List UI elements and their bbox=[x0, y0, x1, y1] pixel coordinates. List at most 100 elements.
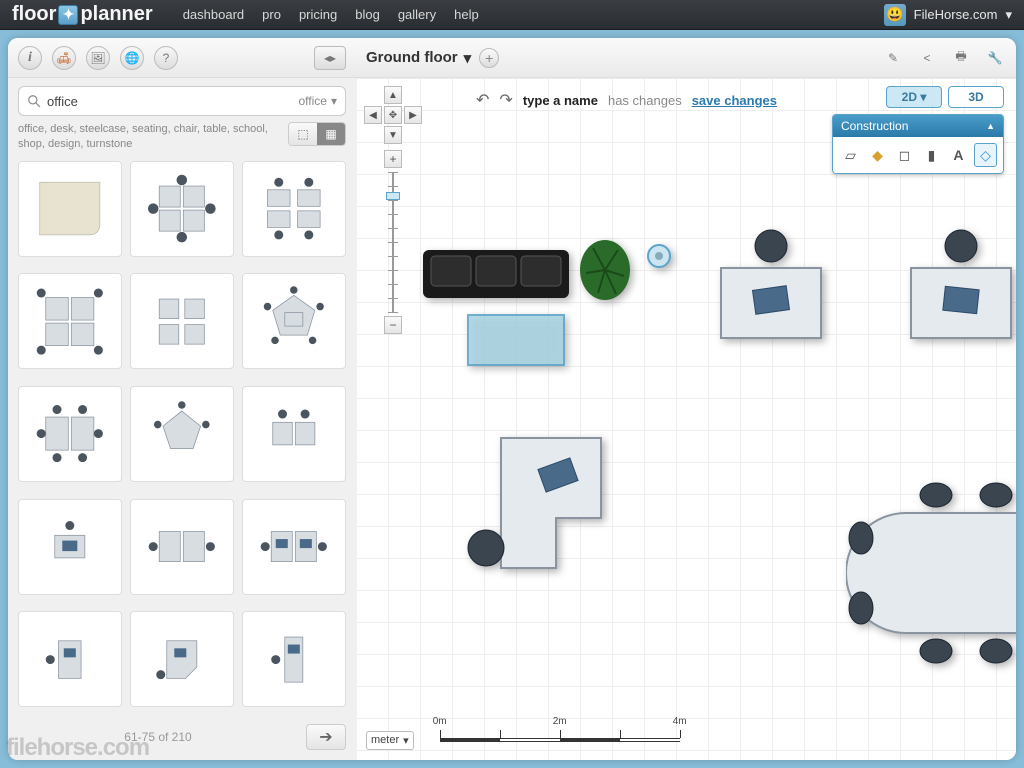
unit-selector[interactable]: meter ▾ bbox=[366, 731, 414, 750]
furniture-tile[interactable] bbox=[18, 499, 122, 595]
scale-0: 0m bbox=[433, 716, 447, 727]
top-nav: floor ✦ planner dashboard pro pricing bl… bbox=[0, 0, 1024, 30]
desk-object[interactable] bbox=[706, 228, 836, 348]
conference-table-object[interactable] bbox=[846, 473, 1016, 673]
nav-links: dashboard pro pricing blog gallery help bbox=[183, 7, 479, 22]
logo-text-1: floor bbox=[12, 3, 56, 26]
floor-selector[interactable]: Ground floor ▾ bbox=[366, 49, 471, 67]
scale-bar: meter ▾ 0m 2m 4m bbox=[366, 730, 680, 750]
info-icon[interactable]: i bbox=[18, 46, 42, 70]
furniture-tile[interactable] bbox=[18, 611, 122, 707]
furniture-tile[interactable] bbox=[130, 161, 234, 257]
avatar-icon: 😃 bbox=[884, 4, 906, 26]
view-3d-icon[interactable]: ⬚ bbox=[289, 123, 317, 145]
wall-tool-icon[interactable]: ◻ bbox=[893, 143, 916, 167]
tag-list: office, desk, steelcase, seating, chair,… bbox=[18, 122, 282, 153]
door-tool-icon[interactable]: ▮ bbox=[920, 143, 943, 167]
collapse-icon[interactable]: ◂▸ bbox=[314, 46, 346, 70]
page-count: 61-75 of 210 bbox=[18, 730, 298, 744]
next-page-button[interactable]: ➔ bbox=[306, 724, 346, 750]
zoom-handle[interactable] bbox=[386, 192, 400, 200]
desk-l-object[interactable] bbox=[461, 428, 611, 578]
pan-right-button[interactable]: ▶ bbox=[404, 106, 422, 124]
search-input[interactable] bbox=[47, 94, 299, 109]
logo[interactable]: floor ✦ planner bbox=[12, 3, 153, 26]
logo-text-2: planner bbox=[80, 3, 152, 26]
furniture-icon[interactable]: 🛋 bbox=[52, 46, 76, 70]
print-icon[interactable]: 🖶 bbox=[950, 47, 972, 69]
zoom-track[interactable] bbox=[392, 172, 394, 312]
furniture-tile[interactable] bbox=[242, 273, 346, 369]
nav-blog[interactable]: blog bbox=[355, 7, 380, 22]
pan-left-button[interactable]: ◀ bbox=[364, 106, 382, 124]
surface-tool-icon[interactable]: ◇ bbox=[974, 143, 997, 167]
room-tool-icon[interactable]: ▱ bbox=[839, 143, 862, 167]
pan-down-button[interactable]: ▼ bbox=[384, 126, 402, 144]
user-menu[interactable]: 😃 FileHorse.com ▾ bbox=[884, 4, 1012, 26]
scale-4: 4m bbox=[673, 716, 687, 727]
desk-object[interactable] bbox=[896, 228, 1016, 348]
furniture-tile[interactable] bbox=[18, 386, 122, 482]
furniture-tile[interactable] bbox=[242, 386, 346, 482]
construction-title: Construction bbox=[841, 119, 908, 133]
text-tool-icon[interactable]: A bbox=[947, 143, 970, 167]
floor-name: Ground floor bbox=[366, 49, 458, 66]
sidebar-toolbar: i 🛋 🖼 🌐 ? ◂▸ bbox=[8, 38, 356, 78]
add-floor-button[interactable]: + bbox=[479, 48, 499, 68]
export-icon[interactable]: ✎ bbox=[882, 47, 904, 69]
furniture-grid bbox=[8, 161, 356, 716]
zoom-in-button[interactable]: + bbox=[384, 150, 402, 168]
trashcan-object[interactable] bbox=[646, 243, 672, 269]
category-select[interactable]: office ▾ bbox=[299, 94, 338, 108]
furniture-tile[interactable] bbox=[242, 611, 346, 707]
furniture-tile[interactable] bbox=[242, 499, 346, 595]
zoom-slider: + − bbox=[383, 150, 403, 334]
settings-icon[interactable]: 🔧 bbox=[984, 47, 1006, 69]
save-link[interactable]: save changes bbox=[692, 93, 777, 108]
help-icon[interactable]: ? bbox=[154, 46, 178, 70]
furniture-tile[interactable] bbox=[130, 611, 234, 707]
status-text: has changes bbox=[608, 93, 682, 108]
furniture-tile[interactable] bbox=[242, 161, 346, 257]
view-toggle: 2D ▾ 3D bbox=[886, 86, 1004, 108]
furniture-tile[interactable] bbox=[130, 386, 234, 482]
nav-pro[interactable]: pro bbox=[262, 7, 281, 22]
view-3d-button[interactable]: 3D bbox=[948, 86, 1004, 108]
globe-icon[interactable]: 🌐 bbox=[120, 46, 144, 70]
view-2d-button[interactable]: 2D ▾ bbox=[886, 86, 942, 108]
glass-table-object[interactable] bbox=[466, 313, 566, 368]
share-icon[interactable]: < bbox=[916, 47, 938, 69]
construction-panel: Construction ▲ ▱ ◆ ◻ ▮ A ◇ bbox=[832, 114, 1004, 174]
furniture-tile[interactable] bbox=[130, 499, 234, 595]
nav-dashboard[interactable]: dashboard bbox=[183, 7, 244, 22]
collapse-icon: ▲ bbox=[986, 121, 995, 131]
nav-pricing[interactable]: pricing bbox=[299, 7, 337, 22]
chevron-down-icon: ▾ bbox=[1005, 7, 1012, 23]
zoom-out-button[interactable]: − bbox=[384, 316, 402, 334]
nav-gallery[interactable]: gallery bbox=[398, 7, 436, 22]
floorplan-canvas[interactable]: ↶ ↷ type a name has changes save changes… bbox=[356, 78, 1016, 760]
nav-help[interactable]: help bbox=[454, 7, 479, 22]
view-grid-icon[interactable]: ▦ bbox=[317, 123, 345, 145]
scale-ruler: 0m 2m 4m bbox=[420, 730, 680, 750]
pan-up-button[interactable]: ▲ bbox=[384, 86, 402, 104]
sofa-object[interactable] bbox=[421, 248, 571, 303]
construction-panel-header[interactable]: Construction ▲ bbox=[833, 115, 1003, 137]
furniture-tile[interactable] bbox=[130, 273, 234, 369]
design-name-input[interactable]: type a name bbox=[523, 93, 598, 108]
chevron-down-icon: ▾ bbox=[464, 49, 472, 67]
plant-object[interactable] bbox=[578, 238, 633, 303]
search-icon bbox=[27, 94, 41, 108]
furniture-tile[interactable] bbox=[18, 161, 122, 257]
main-frame: i 🛋 🖼 🌐 ? ◂▸ office ▾ office, desk, stee… bbox=[8, 38, 1016, 760]
furniture-tile[interactable] bbox=[18, 273, 122, 369]
pan-center-button[interactable]: ✥ bbox=[384, 106, 402, 124]
chevron-down-icon: ▾ bbox=[403, 734, 409, 747]
redo-icon[interactable]: ↷ bbox=[499, 90, 512, 110]
search-box: office ▾ bbox=[18, 86, 346, 116]
logo-icon: ✦ bbox=[58, 5, 78, 25]
undo-icon[interactable]: ↶ bbox=[476, 90, 489, 110]
nav-pad: ▲ ◀✥▶ ▼ bbox=[364, 86, 422, 144]
photos-icon[interactable]: 🖼 bbox=[86, 46, 110, 70]
floor-tool-icon[interactable]: ◆ bbox=[866, 143, 889, 167]
